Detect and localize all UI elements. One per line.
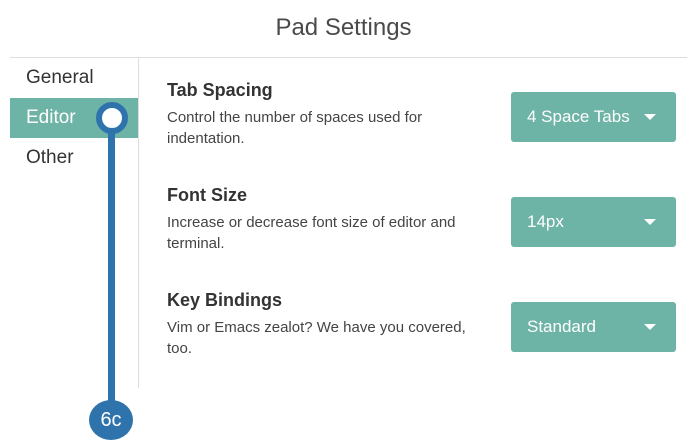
tab-spacing-dropdown[interactable]: 4 Space Tabs (511, 92, 676, 142)
setting-description: Increase or decrease font size of editor… (167, 214, 456, 252)
setting-tab-spacing: Tab Spacing Control the number of spaces… (167, 80, 477, 149)
sidebar-item-general[interactable]: General (10, 58, 138, 98)
page-title: Pad Settings (275, 14, 412, 41)
dropdown-value: 14px (527, 212, 564, 231)
callout-line (108, 117, 115, 403)
callout-marker-dot (96, 102, 128, 134)
sidebar-item-other[interactable]: Other (10, 138, 138, 178)
dropdown-value: Standard (527, 317, 596, 336)
setting-key-bindings: Key Bindings Vim or Emacs zealot? We hav… (167, 290, 477, 359)
caret-down-icon (644, 114, 656, 120)
caret-down-icon (644, 324, 656, 330)
caret-down-icon (644, 219, 656, 225)
setting-description: Control the number of spaces used for in… (167, 109, 423, 147)
key-bindings-dropdown[interactable]: Standard (511, 302, 676, 352)
setting-title: Key Bindings (167, 290, 283, 310)
dropdown-value: 4 Space Tabs (527, 107, 630, 126)
callout-badge: 6c (89, 400, 133, 440)
setting-title: Tab Spacing (167, 80, 273, 100)
setting-title: Font Size (167, 185, 247, 205)
sidebar-divider (138, 58, 139, 388)
setting-description: Vim or Emacs zealot? We have you covered… (167, 319, 466, 357)
setting-font-size: Font Size Increase or decrease font size… (167, 185, 477, 254)
font-size-dropdown[interactable]: 14px (511, 197, 676, 247)
